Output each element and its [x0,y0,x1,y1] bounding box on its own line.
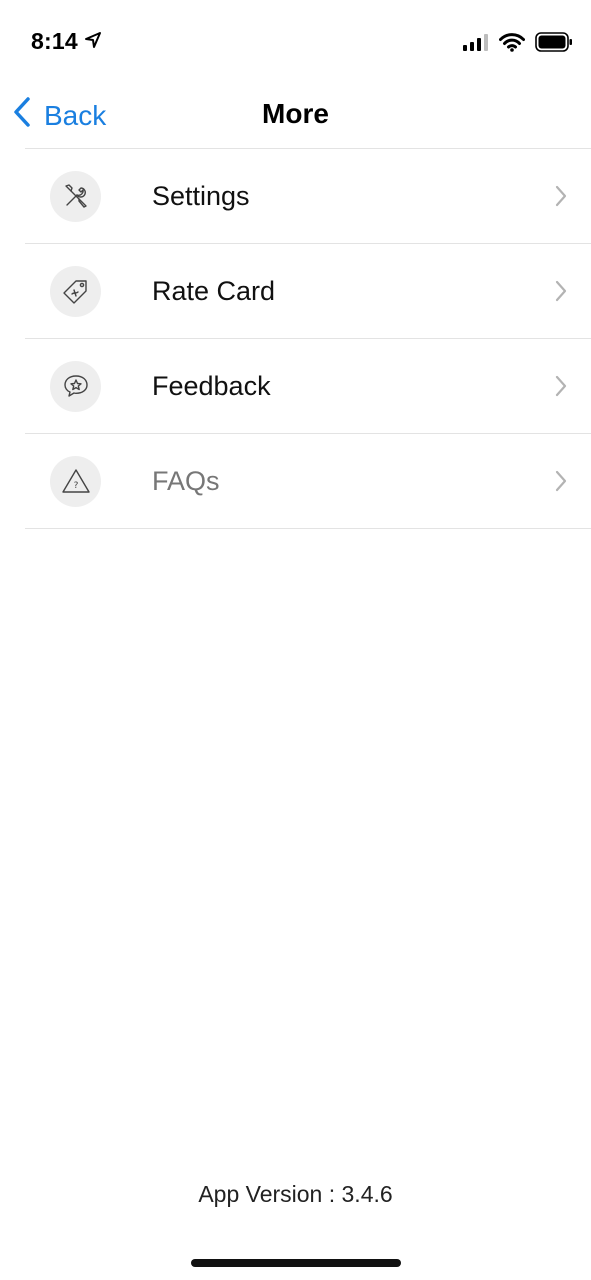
price-tag-icon [50,265,101,317]
status-time-text: 8:14 [31,28,78,54]
menu-item-label: Settings [152,180,250,211]
tools-icon [50,170,101,222]
menu-item-label: FAQs [152,465,220,496]
menu-item-settings[interactable]: Settings [25,149,591,244]
menu-item-label: Rate Card [152,275,276,306]
wifi-icon [499,32,525,57]
menu-item-label: Feedback [152,370,271,401]
home-indicator[interactable] [191,1259,401,1267]
status-icons [463,32,573,57]
star-chat-icon [50,360,101,412]
status-time: 8:14 [31,28,102,55]
menu-item-feedback[interactable]: Feedback [25,339,591,434]
page-title: More [262,98,329,129]
chevron-right-icon [555,375,567,397]
battery-icon [535,32,573,57]
app-version-label: App Version : 3.4.6 [198,1181,393,1207]
navigation-bar: Back More [0,88,591,148]
menu-item-rate-card[interactable]: Rate Card [25,244,591,339]
chevron-right-icon [555,185,567,207]
svg-text:?: ? [73,481,78,491]
chevron-right-icon [555,470,567,492]
status-bar: 8:14 [0,0,591,88]
cellular-signal-icon [463,33,489,56]
location-arrow-icon [84,28,102,55]
menu-item-faqs[interactable]: ? FAQs [25,434,591,529]
chevron-right-icon [555,280,567,302]
menu-list: Settings Rate Card Feedback ? FAQs [25,148,591,529]
warning-question-icon: ? [50,455,101,507]
